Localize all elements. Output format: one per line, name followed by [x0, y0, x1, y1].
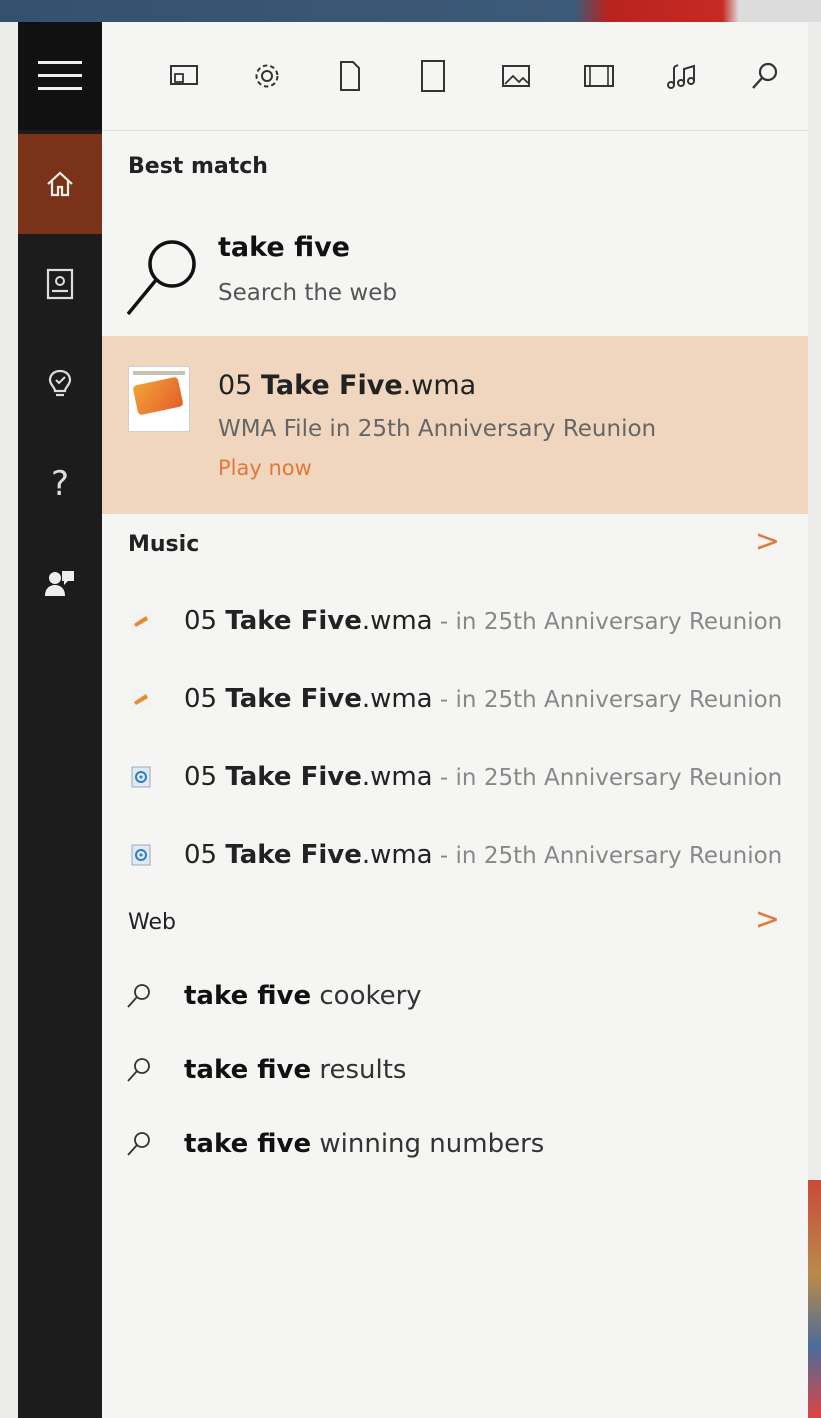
folders-icon	[420, 60, 445, 92]
web-search-subtitle: Search the web	[218, 280, 397, 306]
music-result-text: 05 Take Five.wma - in 25th Anniversary R…	[184, 762, 783, 792]
music-result-row[interactable]: 05 Take Five.wma - in 25th Anniversary R…	[102, 664, 808, 734]
album-art-icon	[131, 689, 151, 709]
rail-feedback-button[interactable]	[18, 534, 102, 634]
music-more-chevron[interactable]: >	[755, 524, 780, 559]
settings-icon	[255, 64, 278, 88]
filter-folders-button[interactable]	[391, 46, 474, 106]
rail-help-button[interactable]: ?	[18, 434, 102, 534]
hamburger-icon	[38, 61, 82, 90]
rail-home-button[interactable]	[18, 134, 102, 234]
rail-reminders-button[interactable]	[18, 334, 102, 434]
music-result-text: 05 Take Five.wma - in 25th Anniversary R…	[184, 840, 783, 870]
music-result-row[interactable]: 05 Take Five.wma - in 25th Anniversary R…	[102, 586, 808, 656]
search-icon	[127, 1132, 150, 1156]
search-panel: ? Best match take five Search the web 05…	[18, 22, 808, 1418]
web-suggestion-text: take five winning numbers	[184, 1129, 545, 1159]
hamburger-menu-button[interactable]	[18, 22, 102, 130]
photos-icon	[501, 65, 530, 87]
best-match-header: Best match	[128, 154, 268, 179]
filter-settings-button[interactable]	[225, 46, 308, 106]
web-header: Web	[128, 910, 176, 935]
web-more-chevron[interactable]: >	[755, 902, 780, 937]
best-match-web-search[interactable]: take five Search the web	[102, 220, 808, 336]
filter-search-button[interactable]	[723, 46, 806, 106]
play-now-link[interactable]: Play now	[218, 456, 312, 480]
file-subtitle: WMA File in 25th Anniversary Reunion	[218, 416, 657, 442]
filter-toolbar	[102, 22, 808, 131]
rail-notebook-button[interactable]	[18, 234, 102, 334]
music-header: Music	[128, 532, 200, 557]
notebook-icon	[46, 268, 74, 300]
music-result-row[interactable]: 05 Take Five.wma - in 25th Anniversary R…	[102, 742, 808, 812]
web-suggestion-row[interactable]: take five cookery	[102, 964, 808, 1028]
videos-icon	[583, 65, 614, 87]
album-art-icon	[128, 366, 190, 432]
best-match-file[interactable]: 05 Take Five.wma WMA File in 25th Annive…	[102, 336, 808, 514]
filter-documents-button[interactable]	[308, 46, 391, 106]
web-query-text: take five	[218, 232, 350, 263]
web-suggestion-row[interactable]: take five results	[102, 1038, 808, 1102]
lightbulb-icon	[48, 369, 72, 397]
desktop-top-strip	[0, 0, 821, 22]
search-icon	[751, 62, 777, 89]
media-file-icon	[131, 766, 151, 788]
music-icon	[666, 64, 695, 89]
feedback-icon	[45, 571, 74, 596]
music-result-row[interactable]: 05 Take Five.wma - in 25th Anniversary R…	[102, 820, 808, 890]
music-result-text: 05 Take Five.wma - in 25th Anniversary R…	[184, 684, 783, 714]
desktop-right-strip	[807, 1180, 821, 1418]
web-suggestion-text: take five cookery	[184, 981, 422, 1011]
filter-photos-button[interactable]	[474, 46, 557, 106]
question-icon: ?	[50, 464, 70, 504]
results-pane: Best match take five Search the web 05 T…	[102, 22, 808, 1418]
documents-icon	[339, 61, 360, 91]
file-name: 05 Take Five.wma	[218, 370, 477, 401]
search-icon	[126, 240, 196, 316]
web-suggestion-row[interactable]: take five winning numbers	[102, 1112, 808, 1176]
search-icon	[127, 1058, 150, 1082]
apps-icon	[169, 65, 198, 85]
filter-apps-button[interactable]	[142, 46, 225, 106]
music-result-text: 05 Take Five.wma - in 25th Anniversary R…	[184, 606, 783, 636]
search-icon	[127, 984, 150, 1008]
media-file-icon	[131, 844, 151, 866]
left-rail: ?	[18, 22, 102, 1418]
home-icon	[47, 171, 73, 197]
filter-music-button[interactable]	[640, 46, 723, 106]
filter-videos-button[interactable]	[557, 46, 640, 106]
web-suggestion-text: take five results	[184, 1055, 407, 1085]
album-art-icon	[131, 611, 151, 631]
